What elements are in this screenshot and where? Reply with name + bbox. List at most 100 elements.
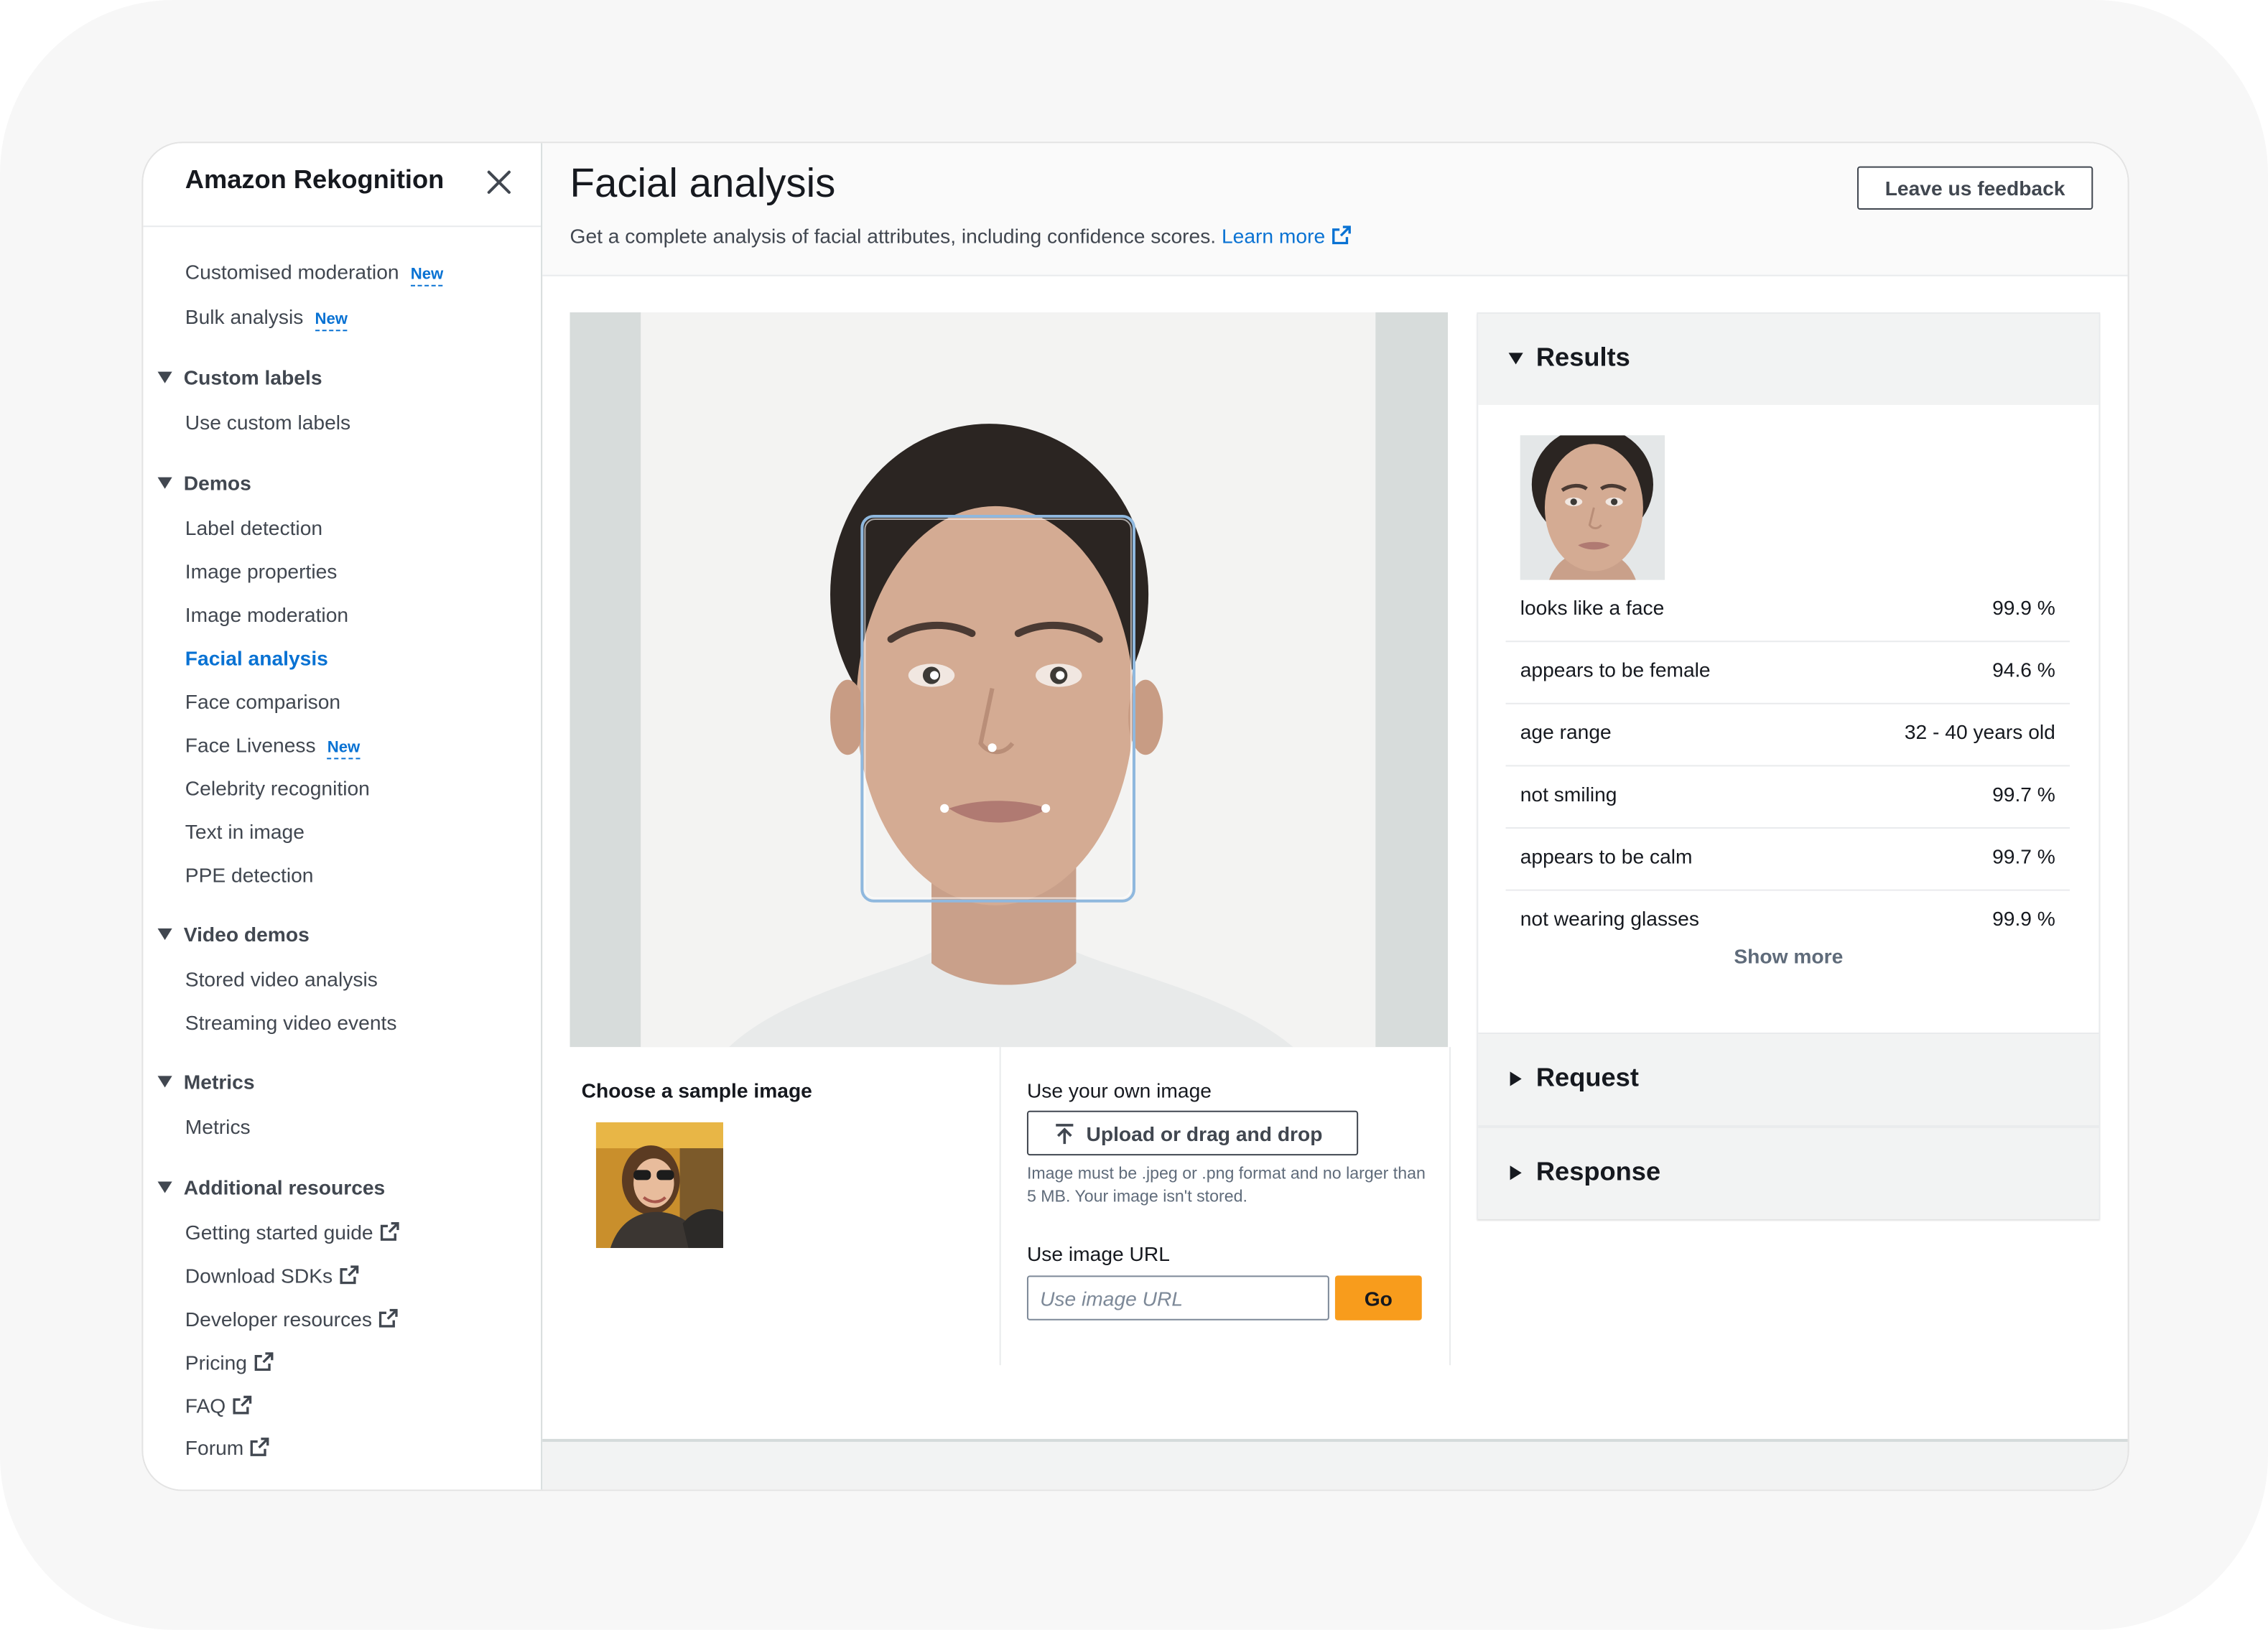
close-icon[interactable] [482, 165, 516, 200]
results-title: Results [1535, 343, 1630, 372]
result-label: appears to be calm [1520, 844, 1693, 868]
learn-more-link[interactable]: Learn more [1222, 224, 1352, 247]
section-video-demos[interactable]: Video demos [157, 921, 310, 947]
show-more-button[interactable]: Show more [1478, 944, 2099, 967]
result-value: 99.7 % [1992, 782, 2055, 806]
request-header[interactable]: Request [1478, 1032, 2099, 1125]
sidebar-item-facial-analysis[interactable]: Facial analysis [185, 645, 328, 671]
sidebar-item-label: Download SDKs [185, 1264, 333, 1287]
upload-icon [1056, 1124, 1074, 1145]
sidebar-item-faq[interactable]: FAQ [185, 1392, 252, 1418]
sidebar-item-streaming-video-events[interactable]: Streaming video events [185, 1010, 397, 1035]
sidebar-item-face-comparison[interactable]: Face comparison [185, 689, 340, 714]
sidebar-item-stored-video-analysis[interactable]: Stored video analysis [185, 966, 378, 992]
caret-down-icon [157, 1181, 172, 1193]
device-frame: Amazon Rekognition Customised moderation… [0, 0, 2268, 1630]
sidebar-item-label: Customised moderation [185, 260, 399, 284]
external-link-icon [251, 1438, 270, 1456]
results-header[interactable]: Results [1478, 314, 2099, 405]
result-label: looks like a face [1520, 595, 1665, 619]
sidebar-item-label: Forum [185, 1435, 244, 1460]
response-header[interactable]: Response [1478, 1124, 2099, 1219]
external-link-icon [340, 1265, 359, 1285]
sidebar-item-face-liveness[interactable]: Face Liveness New [185, 732, 361, 760]
new-badge: New [315, 309, 348, 332]
sidebar-item-label: FAQ [185, 1394, 226, 1417]
caret-down-icon [1508, 353, 1523, 365]
results-panel: Results looks like a face 99.9 % appears… [1477, 312, 2101, 1219]
page-header: Facial analysis Get a complete analysis … [542, 143, 2128, 276]
leave-feedback-button[interactable]: Leave us feedback [1856, 166, 2093, 210]
external-link-icon [233, 1395, 252, 1415]
result-row: looks like a face 99.9 % [1505, 580, 2071, 643]
sidebar-item-customised-moderation[interactable]: Customised moderation New [185, 259, 444, 287]
section-title: Video demos [183, 922, 310, 946]
page-title: Facial analysis [570, 160, 836, 205]
external-link-icon [1332, 225, 1352, 245]
caret-down-icon [157, 1076, 172, 1088]
result-value: 32 - 40 years old [1904, 719, 2055, 744]
section-title: Metrics [183, 1070, 255, 1094]
section-title: Additional resources [183, 1175, 386, 1199]
image-url-label: Use image URL [1026, 1242, 1170, 1266]
result-row: appears to be calm 99.7 % [1505, 829, 2071, 891]
result-label: age range [1520, 719, 1612, 744]
section-title: Demos [183, 471, 251, 495]
section-demos[interactable]: Demos [157, 470, 251, 496]
external-link-icon [379, 1308, 399, 1328]
sidebar-item-label-detection[interactable]: Label detection [185, 515, 322, 541]
sidebar-title: Amazon Rekognition [185, 164, 445, 194]
sample-image-thumbnail[interactable] [595, 1122, 723, 1249]
main-content: Facial analysis Get a complete analysis … [542, 143, 2128, 1490]
upload-button[interactable]: Upload or drag and drop [1026, 1110, 1359, 1156]
sidebar-item-image-moderation[interactable]: Image moderation [185, 602, 348, 628]
sidebar-item-image-properties[interactable]: Image properties [185, 558, 338, 584]
page-description: Get a complete analysis of facial attrib… [570, 224, 1352, 247]
footer-bar [542, 1438, 2128, 1490]
result-value: 99.9 % [1992, 595, 2055, 619]
image-url-input[interactable] [1026, 1275, 1329, 1321]
upload-area: Use your own image Upload or drag and dr… [999, 1047, 1451, 1366]
result-label: not smiling [1520, 782, 1617, 806]
result-value: 99.9 % [1992, 906, 2055, 931]
sidebar-item-metrics[interactable]: Metrics [185, 1114, 251, 1140]
sample-image-label: Choose a sample image [581, 1079, 812, 1102]
result-label: not wearing glasses [1520, 906, 1699, 931]
response-title: Response [1535, 1157, 1661, 1186]
sidebar-item-label: Developer resources [185, 1307, 372, 1331]
upload-button-label: Upload or drag and drop [1086, 1122, 1323, 1146]
result-label: appears to be female [1520, 658, 1711, 681]
sidebar-item-label: Bulk analysis [185, 304, 304, 329]
new-badge: New [327, 737, 361, 760]
sidebar-item-developer-resources[interactable]: Developer resources [185, 1306, 399, 1332]
description-text: Get a complete analysis of facial attrib… [570, 224, 1217, 248]
sidebar: Amazon Rekognition Customised moderation… [143, 143, 543, 1490]
sidebar-item-bulk-analysis[interactable]: Bulk analysis New [185, 304, 348, 332]
sidebar-header: Amazon Rekognition [143, 143, 542, 228]
section-title: Custom labels [183, 365, 322, 389]
section-metrics[interactable]: Metrics [157, 1068, 255, 1094]
app-window: Amazon Rekognition Customised moderation… [141, 141, 2129, 1491]
section-custom-labels[interactable]: Custom labels [157, 365, 322, 391]
sample-image-area: Choose a sample image [570, 1047, 1001, 1365]
caret-right-icon [1510, 1071, 1522, 1086]
new-badge: New [410, 265, 444, 287]
sidebar-item-text-in-image[interactable]: Text in image [185, 819, 305, 844]
sidebar-item-forum[interactable]: Forum [185, 1435, 270, 1461]
caret-down-icon [157, 928, 172, 941]
section-additional-resources[interactable]: Additional resources [157, 1174, 386, 1200]
sidebar-item-use-custom-labels[interactable]: Use custom labels [185, 409, 350, 435]
external-link-icon [380, 1222, 399, 1241]
request-title: Request [1535, 1063, 1639, 1092]
sidebar-item-getting-started-guide[interactable]: Getting started guide [185, 1219, 399, 1245]
caret-down-icon [157, 371, 172, 383]
sidebar-item-celebrity-recognition[interactable]: Celebrity recognition [185, 776, 370, 801]
sidebar-item-download-sdks[interactable]: Download SDKs [185, 1262, 359, 1288]
sidebar-item-label: Pricing [185, 1351, 247, 1374]
go-button[interactable]: Go [1334, 1275, 1422, 1321]
image-preview [570, 312, 1449, 1048]
sidebar-item-ppe-detection[interactable]: PPE detection [185, 862, 314, 888]
sidebar-item-pricing[interactable]: Pricing [185, 1349, 274, 1375]
result-row: appears to be female 94.6 % [1505, 642, 2071, 704]
result-value: 99.7 % [1992, 844, 2055, 868]
